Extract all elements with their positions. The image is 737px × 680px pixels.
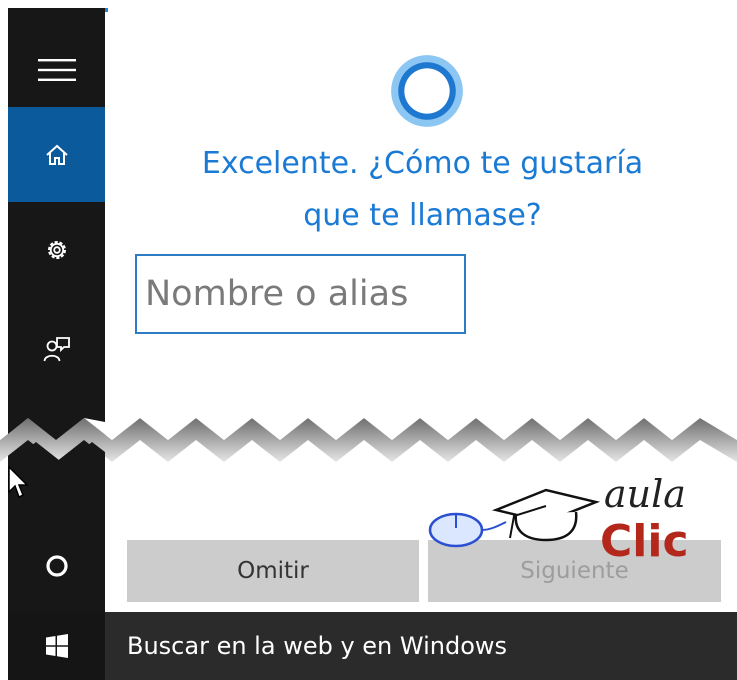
menu-button[interactable] bbox=[8, 22, 105, 117]
cortana-ring-icon bbox=[391, 55, 463, 127]
aulaclic-logo: aula Clic bbox=[428, 472, 708, 572]
skip-button[interactable]: Omitir bbox=[127, 540, 419, 602]
taskbar-search-box[interactable]: Buscar en la web y en Windows bbox=[127, 612, 507, 680]
mouse-pointer-icon bbox=[8, 466, 29, 499]
home-icon bbox=[45, 144, 68, 165]
cortana-question: Excelente. ¿Cómo te gustaría que te llama… bbox=[201, 146, 644, 233]
windows-logo-icon bbox=[45, 634, 68, 658]
hamburger-icon bbox=[37, 58, 76, 81]
sidebar-item-home[interactable] bbox=[8, 107, 105, 202]
logo-text-clic: Clic bbox=[600, 516, 689, 567]
mortarboard-mouse-icon bbox=[428, 488, 601, 548]
sidebar-item-settings[interactable] bbox=[8, 202, 105, 297]
top-accent-strip bbox=[105, 8, 108, 12]
start-button[interactable] bbox=[8, 612, 105, 680]
sidebar-item-feedback[interactable] bbox=[8, 302, 105, 397]
cortana-sidebar bbox=[8, 8, 105, 612]
logo-text-aula: aula bbox=[604, 472, 686, 516]
name-input[interactable] bbox=[135, 254, 466, 334]
cortana-circle-icon bbox=[45, 554, 68, 577]
taskbar: Buscar en la web y en Windows bbox=[8, 612, 737, 680]
feedback-icon bbox=[43, 336, 70, 361]
sidebar-item-cortana[interactable] bbox=[8, 518, 105, 613]
gear-icon bbox=[47, 240, 66, 259]
